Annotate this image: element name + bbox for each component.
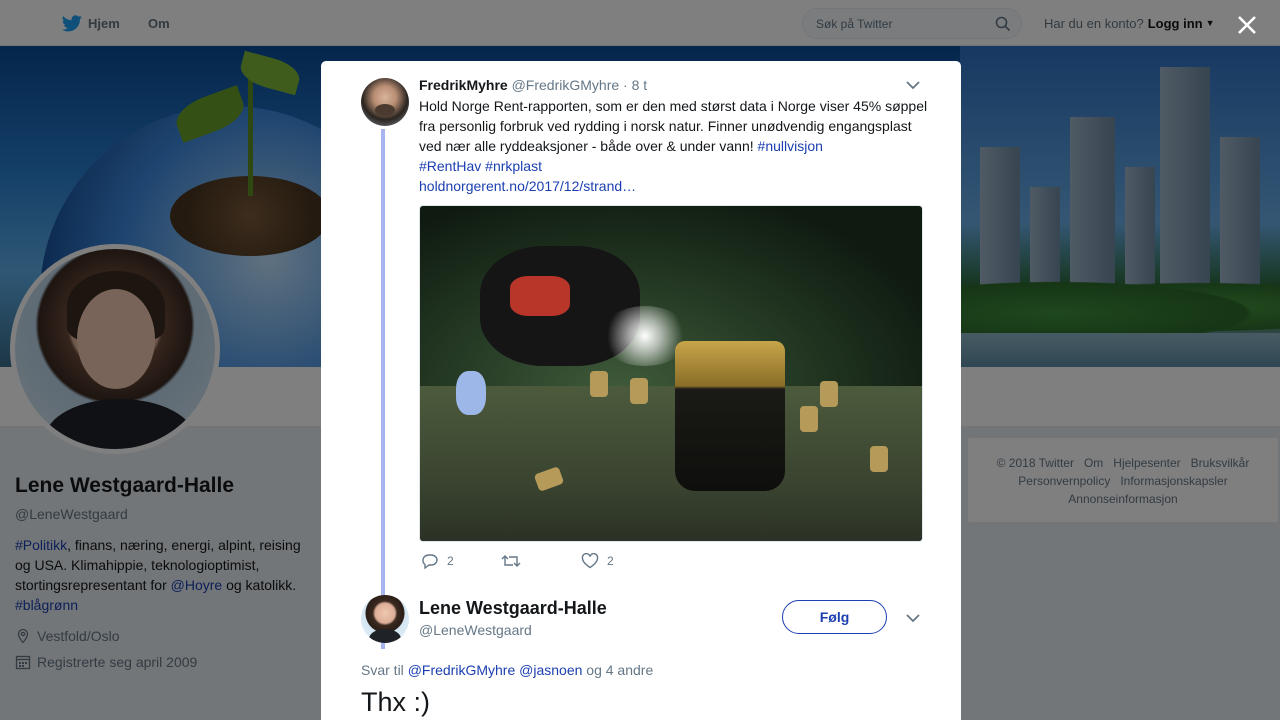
close-icon[interactable] bbox=[1236, 14, 1258, 36]
chevron-down-icon[interactable] bbox=[906, 80, 920, 90]
hashtag-nrkplast[interactable]: #nrkplast bbox=[485, 158, 542, 174]
reply-author-avatar[interactable] bbox=[361, 595, 409, 643]
thread-connector-line bbox=[381, 129, 385, 649]
heart-icon bbox=[581, 553, 599, 569]
reply-to-suffix: og 4 andre bbox=[586, 662, 654, 678]
tweet-photo[interactable] bbox=[419, 205, 923, 542]
mention-fredrikgmyhre[interactable]: @FredrikGMyhre bbox=[408, 662, 516, 678]
tweet-author-handle[interactable]: @FredrikGMyhre bbox=[512, 77, 620, 93]
like-count: 2 bbox=[607, 554, 614, 568]
tweet-header: FredrikMyhre @FredrikGMyhre · 8 t bbox=[419, 77, 647, 93]
reply-tweet-text: Thx :) bbox=[361, 687, 431, 717]
tweet-timestamp[interactable]: · 8 t bbox=[623, 77, 647, 93]
tweet-author-avatar[interactable] bbox=[361, 78, 409, 126]
chevron-down-icon[interactable] bbox=[906, 613, 920, 623]
hashtag-renthav[interactable]: #RentHav bbox=[419, 158, 481, 174]
tweet-modal: FredrikMyhre @FredrikGMyhre · 8 t Hold N… bbox=[321, 61, 961, 720]
mention-jasnoen[interactable]: @jasnoen bbox=[519, 662, 582, 678]
like-action[interactable]: 2 bbox=[581, 553, 614, 569]
retweet-action[interactable] bbox=[501, 553, 529, 569]
reply-to-prefix: Svar til bbox=[361, 662, 404, 678]
reply-count: 2 bbox=[447, 554, 454, 568]
tweet-body: Hold Norge Rent-rapporten, som er den me… bbox=[419, 98, 928, 154]
hashtag-nullvisjon[interactable]: #nullvisjon bbox=[758, 138, 823, 154]
tweet-author-name[interactable]: FredrikMyhre bbox=[419, 77, 508, 93]
reply-icon bbox=[422, 554, 438, 569]
tweet-actions: 2 2 bbox=[421, 553, 721, 573]
reply-author-name[interactable]: Lene Westgaard-Halle bbox=[419, 598, 607, 619]
reply-to-line: Svar til @FredrikGMyhre @jasnoen og 4 an… bbox=[361, 662, 653, 678]
retweet-icon bbox=[501, 555, 521, 567]
follow-button[interactable]: Følg bbox=[782, 600, 887, 634]
tweet-link[interactable]: holdnorgerent.no/2017/12/strand… bbox=[419, 178, 636, 194]
tweet-text: Hold Norge Rent-rapporten, som er den me… bbox=[419, 96, 929, 196]
reply-action[interactable]: 2 bbox=[421, 553, 454, 569]
reply-author-handle[interactable]: @LeneWestgaard bbox=[419, 622, 532, 638]
